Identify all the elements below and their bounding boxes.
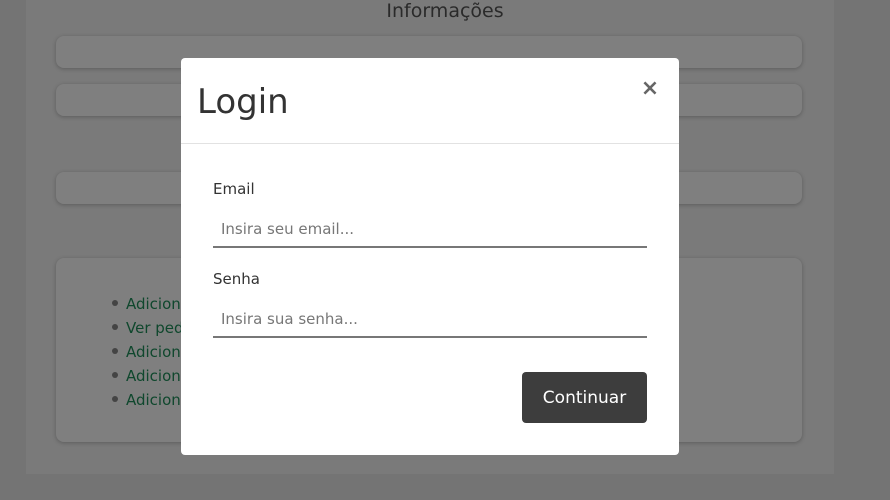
close-icon[interactable]: × xyxy=(637,74,663,104)
modal-title: Login xyxy=(197,82,289,122)
modal-header: Login × xyxy=(181,58,679,144)
password-label: Senha xyxy=(213,270,260,288)
email-field[interactable] xyxy=(213,212,647,248)
login-modal: Login × Email Senha Continuar xyxy=(181,58,679,455)
email-label: Email xyxy=(213,180,255,198)
continue-button[interactable]: Continuar xyxy=(522,372,647,423)
password-field[interactable] xyxy=(213,302,647,338)
